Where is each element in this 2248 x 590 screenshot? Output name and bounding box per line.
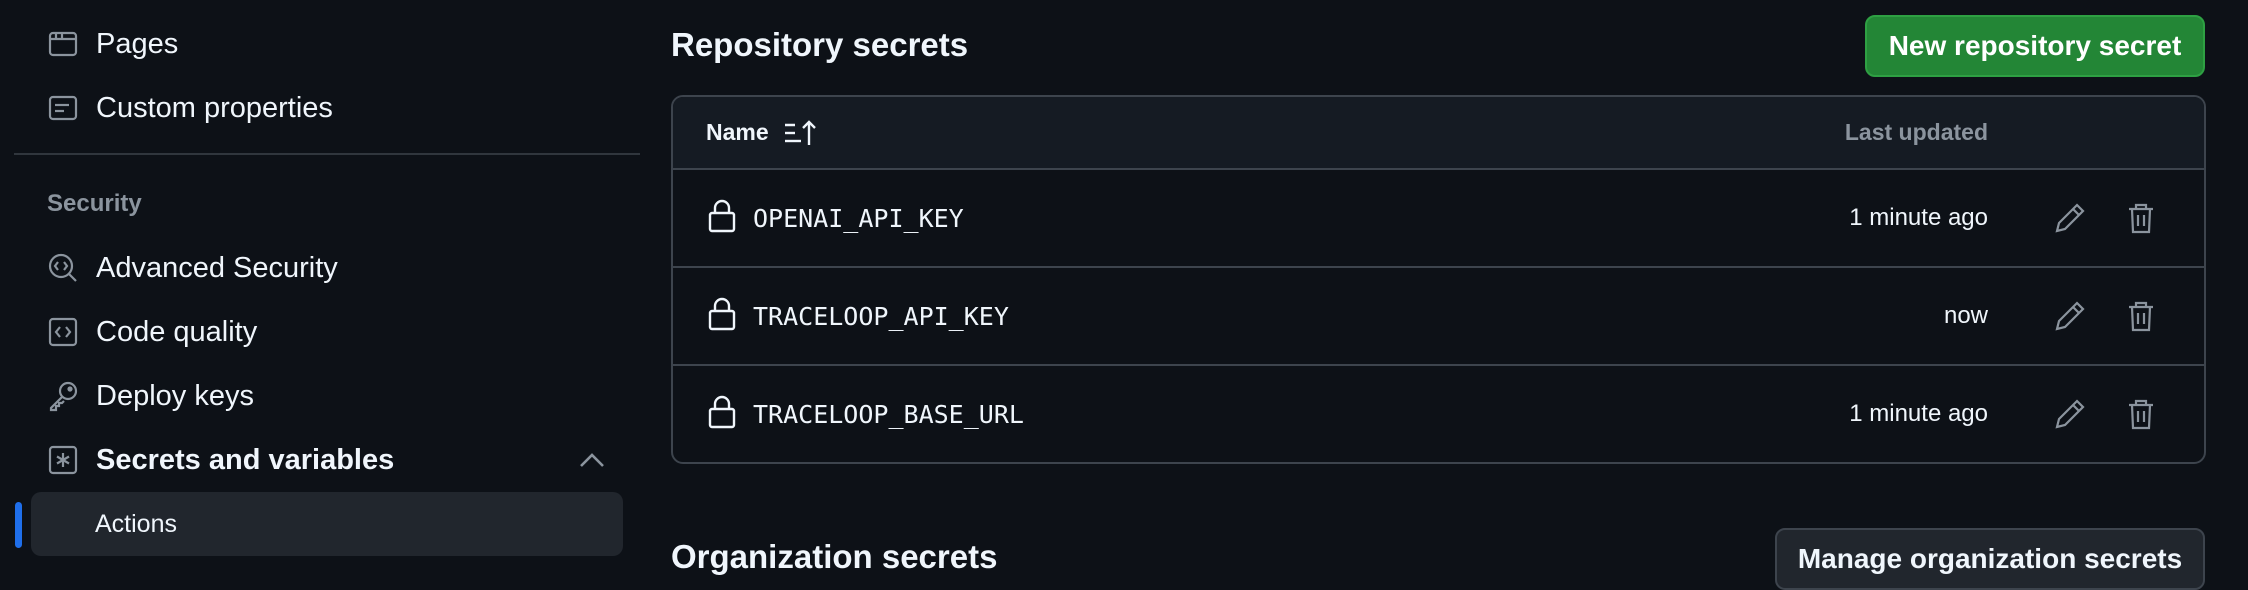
pencil-icon[interactable] [2053,201,2087,235]
secrets-table: Name Last updated OPENAI_API_KEY 1 minut… [671,95,2206,464]
table-row: TRACELOOP_BASE_URL 1 minute ago [673,366,2204,462]
sidebar-item-label: Secrets and variables [96,443,395,476]
trash-icon[interactable] [2126,201,2156,235]
browser-icon [46,27,80,61]
secret-last-updated: 1 minute ago [1849,204,1988,231]
sidebar-item-deploy-keys[interactable]: Deploy keys [46,367,254,425]
lock-icon [708,297,736,331]
lock-icon [708,395,736,429]
pencil-icon[interactable] [2053,397,2087,431]
sidebar-item-label: Pages [96,27,179,60]
table-header: Name Last updated [673,97,2204,170]
secret-name: TRACELOOP_BASE_URL [753,399,1024,429]
pencil-icon[interactable] [2053,299,2087,333]
sort-ascending-icon[interactable] [783,118,819,148]
sidebar-item-code-quality[interactable]: Code quality [46,303,257,361]
sidebar-subitem-label: Actions [95,509,177,538]
sidebar-item-custom-properties[interactable]: Custom properties [46,79,333,137]
sidebar-item-secrets-and-variables[interactable]: Secrets and variables [46,431,394,489]
sidebar-divider [14,153,640,155]
sidebar-item-advanced-security[interactable]: Advanced Security [46,239,338,297]
trash-icon[interactable] [2126,397,2156,431]
lock-icon [708,199,736,233]
repository-secrets-heading: Repository secrets [671,26,969,63]
sidebar-section-heading: Security [47,190,142,217]
secret-last-updated: now [1943,302,1988,329]
trash-icon[interactable] [2126,299,2156,333]
key-icon [46,379,80,413]
sidebar-item-label: Code quality [96,315,258,348]
active-indicator [15,502,22,548]
name-column-header[interactable]: Name [706,97,819,168]
sidebar-item-label: Deploy keys [96,379,254,412]
asterisk-icon [46,443,80,477]
chevron-up-icon[interactable] [576,446,608,474]
new-repository-secret-button[interactable]: New repository secret [1865,15,2205,77]
secret-name: TRACELOOP_API_KEY [753,301,1009,331]
sidebar-item-pages[interactable]: Pages [46,15,178,73]
table-row: TRACELOOP_API_KEY now [673,268,2204,366]
manage-organization-secrets-button[interactable]: Manage organization secrets [1775,528,2205,590]
settings-sidebar: Pages Custom properties Security Advance… [0,0,660,566]
table-row: OPENAI_API_KEY 1 minute ago [673,170,2204,268]
sidebar-item-label: Custom properties [96,91,333,124]
name-header-label: Name [706,119,769,145]
codescan-icon [46,251,80,285]
secret-name: OPENAI_API_KEY [753,203,964,233]
note-icon [46,91,80,125]
sidebar-item-label: Advanced Security [96,251,338,284]
code-square-icon [46,315,80,349]
last-updated-column-header: Last updated [1844,119,1988,145]
secret-last-updated: 1 minute ago [1849,400,1988,427]
organization-secrets-heading: Organization secrets [671,538,998,575]
